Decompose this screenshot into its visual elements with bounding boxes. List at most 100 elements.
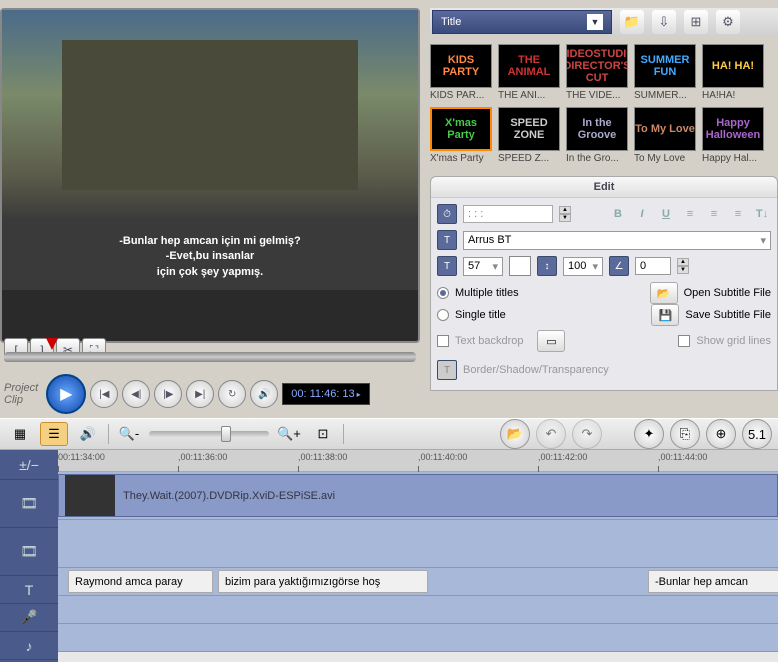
insert-media-button[interactable]: 📂 [500, 419, 530, 449]
options-icon[interactable]: ⚙ [716, 10, 740, 34]
go-start-button[interactable]: |◀ [90, 380, 118, 408]
title-track-head[interactable]: T [0, 576, 58, 604]
title-preset-item[interactable]: HA! HA!HA!HA! [702, 44, 764, 101]
multiple-titles-label: Multiple titles [455, 287, 519, 299]
timeline-ruler[interactable]: 00:11:34:00,00:11:36:00,00:11:38:00,00:1… [58, 450, 778, 472]
ruler-tick: ,00:11:42:00 [538, 452, 587, 462]
prev-frame-button[interactable]: ◀| [122, 380, 150, 408]
redo-button[interactable]: ↷ [572, 419, 602, 449]
title-preset-item[interactable]: SUMMER FUN SUMMER... [634, 44, 696, 101]
rotation-input[interactable]: 0 [635, 257, 671, 275]
music-track-head[interactable]: ♪ [0, 632, 58, 660]
undo-button[interactable]: ↶ [536, 419, 566, 449]
storyboard-view-button[interactable]: ▦ [6, 422, 34, 446]
title-preset-item[interactable]: KIDS PARTYKIDS PAR... [430, 44, 492, 101]
next-frame-button[interactable]: |▶ [154, 380, 182, 408]
title-clip[interactable]: -Bunlar hep amcan [648, 570, 778, 593]
folder-icon[interactable]: 📁 [620, 10, 644, 34]
ruler-tick: 00:11:34:00 [58, 452, 105, 462]
voice-track[interactable] [58, 596, 778, 624]
font-icon: T [437, 230, 457, 250]
title-label: SUMMER... [634, 90, 696, 101]
font-size-input[interactable]: 57▾ [463, 257, 503, 276]
border-shadow-label: Border/Shadow/Transparency [463, 364, 609, 376]
repeat-button[interactable]: ↻ [218, 380, 246, 408]
timeline: ±/− 🎞 🎞 T 🎤 ♪ 00:11:34:00,00:11:36:00,00… [0, 450, 778, 662]
clip-thumbnail [65, 475, 115, 516]
video-clip[interactable]: They.Wait.(2007).DVDRip.XviD-ESPiSE.avi [58, 474, 778, 517]
title-preset-item[interactable]: Happy HalloweenHappy Hal... [702, 107, 764, 164]
title-preset-item[interactable]: X'mas PartyX'mas Party [430, 107, 492, 164]
rotation-spinner[interactable]: ▲▼ [677, 258, 689, 274]
duration-input[interactable]: : : : [463, 205, 553, 223]
open-subtitle-button[interactable]: 📂 Open Subtitle File [650, 282, 771, 304]
track-options-button[interactable]: ±/− [0, 450, 58, 480]
fit-project-button[interactable]: ⊡ [309, 422, 337, 446]
title-thumb: In the Groove [566, 107, 628, 151]
title-thumb: SUMMER FUN [634, 44, 696, 88]
align-center-button[interactable]: ≡ [705, 205, 723, 223]
video-track-head[interactable]: 🎞 [0, 480, 58, 528]
title-label: SPEED Z... [498, 153, 560, 164]
volume-button[interactable]: 🔊 [250, 380, 278, 408]
track-manager-button[interactable]: ⊕ [706, 419, 736, 449]
subtitle-line: -Evet,bu insanlar [2, 249, 418, 264]
italic-button[interactable]: I [633, 205, 651, 223]
surround-sound-button[interactable]: 5.1 [742, 419, 772, 449]
manage-icon[interactable]: ⊞ [684, 10, 708, 34]
border-shadow-icon: T [437, 360, 457, 380]
smart-proxy-button[interactable]: ✦ [634, 419, 664, 449]
title-preset-item[interactable]: THE ANIMALTHE ANI... [498, 44, 560, 101]
single-title-radio[interactable] [437, 309, 449, 321]
video-preview: -Bunlar hep amcan için mi gelmiş? -Evet,… [0, 8, 420, 343]
show-grid-checkbox[interactable] [678, 335, 690, 347]
font-family-select[interactable]: Arrus BT▾ [463, 231, 771, 250]
vertical-text-button[interactable]: T↓ [753, 205, 771, 223]
subtitle-line: için çok şey yapmış. [2, 265, 418, 280]
play-button[interactable]: ▶ [46, 374, 86, 414]
scrubber[interactable]: [ ] ✂ ⛶ [4, 338, 416, 368]
video-track[interactable]: They.Wait.(2007).DVDRip.XviD-ESPiSE.avi [58, 472, 778, 520]
title-preset-item[interactable]: VIDEOSTUDIO DIRECTOR'S CUTTHE VIDE... [566, 44, 628, 101]
voice-track-head[interactable]: 🎤 [0, 604, 58, 632]
batch-convert-button[interactable]: ⎘ [670, 419, 700, 449]
text-backdrop-label: Text backdrop [455, 335, 523, 347]
text-backdrop-checkbox[interactable] [437, 335, 449, 347]
zoom-out-button[interactable]: 🔍- [115, 422, 143, 446]
overlay-track[interactable] [58, 520, 778, 568]
font-color-swatch[interactable] [509, 256, 531, 276]
title-preset-item[interactable]: In the GrooveIn the Gro... [566, 107, 628, 164]
duration-icon: ⏱ [437, 204, 457, 224]
title-track[interactable]: Raymond amca paraybizim para yaktığımızı… [58, 568, 778, 596]
zoom-slider[interactable] [149, 431, 269, 437]
underline-button[interactable]: U [657, 205, 675, 223]
overlay-track-head[interactable]: 🎞 [0, 528, 58, 576]
audio-view-button[interactable]: 🔊 [74, 422, 102, 446]
duration-spinner[interactable]: ▲▼ [559, 206, 571, 222]
line-spacing-input[interactable]: 100▾ [563, 257, 603, 276]
video-frame[interactable]: -Bunlar hep amcan için mi gelmiş? -Evet,… [2, 10, 418, 290]
title-clip[interactable]: bizim para yaktığımızıgörse hoş [218, 570, 428, 593]
chevron-down-icon: ▼ [587, 14, 603, 30]
library-category-dropdown[interactable]: Title ▼ [432, 10, 612, 34]
align-left-button[interactable]: ≡ [681, 205, 699, 223]
timecode-display[interactable]: 00: 11:46: 13▸ [282, 383, 369, 405]
project-clip-toggle[interactable]: Project Clip [4, 382, 38, 406]
playback-controls: [ ] ✂ ⛶ Project Clip ▶ |◀ ◀| |▶ ▶| ↻ 🔊 0… [0, 330, 420, 410]
multiple-titles-radio[interactable] [437, 287, 449, 299]
library-toolbar: Title ▼ 📁 ⇩ ⊞ ⚙ [430, 8, 778, 36]
bold-button[interactable]: B [609, 205, 627, 223]
title-clip[interactable]: Raymond amca paray [68, 570, 213, 593]
go-end-button[interactable]: ▶| [186, 380, 214, 408]
music-track[interactable] [58, 624, 778, 652]
title-preset-item[interactable]: To My LoveTo My Love [634, 107, 696, 164]
title-preset-item[interactable]: SPEED ZONESPEED Z... [498, 107, 560, 164]
timeline-view-button[interactable]: ☰ [40, 422, 68, 446]
title-thumb: HA! HA! [702, 44, 764, 88]
title-thumb: THE ANIMAL [498, 44, 560, 88]
import-icon[interactable]: ⇩ [652, 10, 676, 34]
zoom-in-button[interactable]: 🔍+ [275, 422, 303, 446]
align-right-button[interactable]: ≡ [729, 205, 747, 223]
save-subtitle-button[interactable]: 💾 Save Subtitle File [651, 304, 771, 326]
backdrop-options-button[interactable]: ▭ [537, 330, 565, 352]
